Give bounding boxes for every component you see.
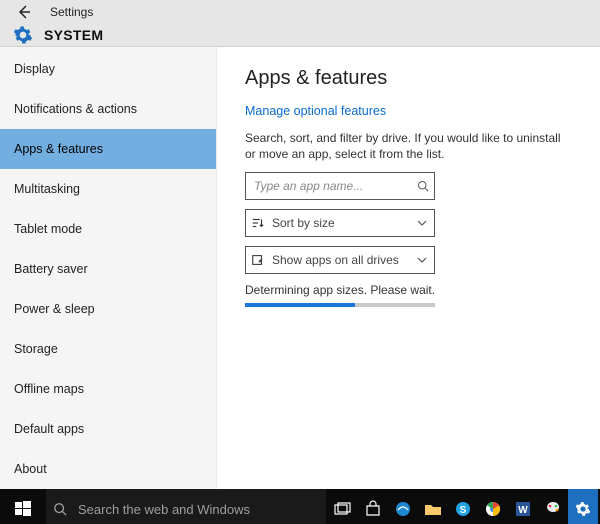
manage-optional-features-link[interactable]: Manage optional features (245, 104, 386, 118)
taskbar-app-edge[interactable] (388, 489, 418, 524)
sidebar-item-label: Apps & features (14, 142, 103, 156)
sidebar-item-label: Offline maps (14, 382, 84, 396)
taskbar-app-settings[interactable] (568, 489, 598, 524)
sidebar-item-label: Tablet mode (14, 222, 82, 236)
progress-bar (245, 303, 435, 307)
taskbar-app-skype[interactable]: S (448, 489, 478, 524)
drive-filter-dropdown[interactable]: Show apps on all drives (245, 246, 435, 274)
sidebar-item-label: Storage (14, 342, 58, 356)
chrome-icon (484, 500, 502, 518)
taskbar-app-store[interactable] (358, 489, 388, 524)
sidebar-item-multitasking[interactable]: Multitasking (0, 169, 216, 209)
progress-fill (245, 303, 355, 307)
app-search-field[interactable] (246, 179, 413, 193)
settings-header: SYSTEM (0, 24, 600, 47)
sidebar-item-battery-saver[interactable]: Battery saver (0, 249, 216, 289)
taskbar-app-explorer[interactable] (418, 489, 448, 524)
sidebar-item-apps-features[interactable]: Apps & features (0, 129, 216, 169)
sidebar-item-default-apps[interactable]: Default apps (0, 409, 216, 449)
task-view-button[interactable] (328, 489, 358, 524)
taskbar-search-placeholder: Search the web and Windows (78, 502, 250, 517)
sidebar: Display Notifications & actions Apps & f… (0, 47, 217, 489)
gear-icon (575, 501, 591, 517)
taskbar: Search the web and Windows S W (0, 489, 600, 524)
sidebar-item-offline-maps[interactable]: Offline maps (0, 369, 216, 409)
sort-label: Sort by size (270, 216, 410, 230)
skype-icon: S (454, 500, 472, 518)
chevron-down-icon (410, 218, 434, 228)
sidebar-item-label: About (14, 462, 47, 476)
taskbar-app-paint[interactable] (538, 489, 568, 524)
status-text: Determining app sizes. Please wait. (245, 283, 572, 297)
sidebar-item-about[interactable]: About (0, 449, 216, 489)
drive-icon (246, 253, 270, 267)
sort-dropdown[interactable]: Sort by size (245, 209, 435, 237)
sidebar-item-notifications[interactable]: Notifications & actions (0, 89, 216, 129)
back-button[interactable] (12, 0, 36, 24)
start-button[interactable] (0, 489, 46, 524)
taskbar-app-chrome[interactable] (478, 489, 508, 524)
svg-text:S: S (460, 505, 467, 516)
search-icon (413, 180, 434, 192)
word-icon: W (514, 500, 532, 518)
sidebar-item-label: Default apps (14, 422, 84, 436)
sidebar-item-label: Battery saver (14, 262, 88, 276)
sidebar-item-label: Multitasking (14, 182, 80, 196)
page-title: Apps & features (245, 67, 572, 90)
chevron-down-icon (410, 255, 434, 265)
taskbar-app-word[interactable]: W (508, 489, 538, 524)
windows-logo-icon (15, 501, 31, 517)
arrow-left-icon (16, 4, 32, 20)
sidebar-item-storage[interactable]: Storage (0, 329, 216, 369)
sidebar-item-label: Power & sleep (14, 302, 95, 316)
settings-category-title: SYSTEM (44, 27, 103, 43)
gear-icon (12, 24, 34, 46)
drive-filter-label: Show apps on all drives (270, 253, 410, 267)
folder-icon (424, 502, 442, 516)
sidebar-item-label: Display (14, 62, 55, 76)
app-search-input[interactable] (245, 172, 435, 200)
taskbar-search[interactable]: Search the web and Windows (46, 489, 326, 524)
window-title: Settings (50, 5, 93, 19)
edge-icon (394, 500, 412, 518)
sidebar-item-power-sleep[interactable]: Power & sleep (0, 289, 216, 329)
svg-text:W: W (518, 505, 528, 516)
main-content: Apps & features Manage optional features… (217, 47, 600, 489)
sidebar-item-label: Notifications & actions (14, 102, 137, 116)
page-description: Search, sort, and filter by drive. If yo… (245, 130, 572, 162)
sidebar-item-display[interactable]: Display (0, 49, 216, 89)
window-titlebar: Settings (0, 0, 600, 24)
sort-icon (246, 216, 270, 230)
sidebar-item-tablet-mode[interactable]: Tablet mode (0, 209, 216, 249)
task-view-icon (334, 502, 352, 516)
store-icon (364, 500, 382, 518)
search-icon (52, 501, 68, 517)
paint-icon (544, 500, 562, 518)
